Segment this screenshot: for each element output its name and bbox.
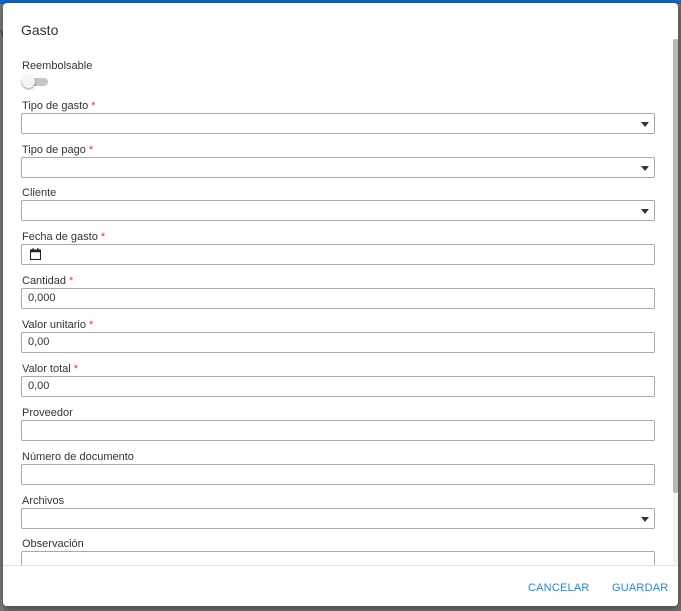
reimbursable-label: Reembolsable [22, 60, 93, 72]
quantity-label: Cantidad * [22, 275, 73, 287]
quantity-label-text: Cantidad [22, 275, 67, 287]
payment-type-label: Tipo de pago * [22, 144, 93, 156]
total-value-label: Valor total * [22, 363, 78, 375]
client-select[interactable] [21, 200, 655, 221]
expense-date-label: Fecha de gasto * [22, 231, 105, 243]
dialog-title: Gasto [21, 22, 59, 38]
expense-type-label-text: Tipo de gasto [22, 100, 89, 112]
files-label-text: Archivos [22, 495, 65, 507]
dialog-footer: CANCELAR GUARDAR [3, 565, 678, 606]
unit-value-label-text: Valor unitario [22, 319, 86, 331]
expense-date-input[interactable] [21, 244, 655, 265]
total-value-value: 0,00 [28, 380, 50, 392]
expense-type-label: Tipo de gasto * [22, 100, 96, 112]
quantity-value: 0,000 [28, 292, 56, 304]
required-marker: * [69, 275, 74, 287]
chevron-down-icon [641, 122, 649, 127]
total-value-input[interactable]: 0,00 [21, 376, 655, 397]
dialog-content: Reembolsable Tipo de gasto * Tipo de pago… [3, 47, 678, 567]
unit-value-value: 0,00 [28, 336, 50, 348]
files-select[interactable] [21, 508, 655, 529]
payment-type-label-text: Tipo de pago [22, 144, 86, 156]
document-number-label-text: Número de documento [22, 451, 134, 463]
supplier-label: Proveedor [22, 407, 73, 419]
unit-value-label: Valor unitario * [22, 319, 93, 331]
files-label: Archivos [22, 495, 64, 507]
required-marker: * [89, 319, 94, 331]
required-marker: * [91, 100, 96, 112]
observation-label-text: Observación [22, 538, 84, 550]
reimbursable-toggle[interactable] [22, 75, 48, 89]
cancel-button[interactable]: CANCELAR [528, 582, 590, 594]
chevron-down-icon [641, 517, 649, 522]
chevron-down-icon [641, 166, 649, 171]
required-marker: * [73, 363, 78, 375]
observation-label: Observación [22, 538, 84, 550]
total-value-label-text: Valor total [22, 363, 71, 375]
document-number-label: Número de documento [22, 451, 134, 463]
expense-type-select[interactable] [21, 113, 655, 134]
supplier-label-text: Proveedor [22, 407, 73, 419]
expense-date-label-text: Fecha de gasto [22, 231, 98, 243]
quantity-input[interactable]: 0,000 [21, 288, 655, 309]
chevron-down-icon [641, 209, 649, 214]
toggle-knob [22, 75, 35, 88]
client-label-text: Cliente [22, 187, 57, 199]
supplier-input[interactable] [21, 420, 655, 441]
required-marker: * [88, 144, 94, 156]
calendar-icon[interactable] [30, 248, 41, 260]
save-button[interactable]: GUARDAR [612, 582, 668, 594]
unit-value-input[interactable]: 0,00 [21, 332, 655, 353]
required-marker: * [100, 231, 106, 243]
client-label: Cliente [22, 187, 56, 199]
document-number-input[interactable] [21, 464, 655, 485]
payment-type-select[interactable] [21, 157, 655, 178]
expense-dialog: Gasto Reembolsable Tipo de gasto * Tipo d… [3, 3, 678, 606]
